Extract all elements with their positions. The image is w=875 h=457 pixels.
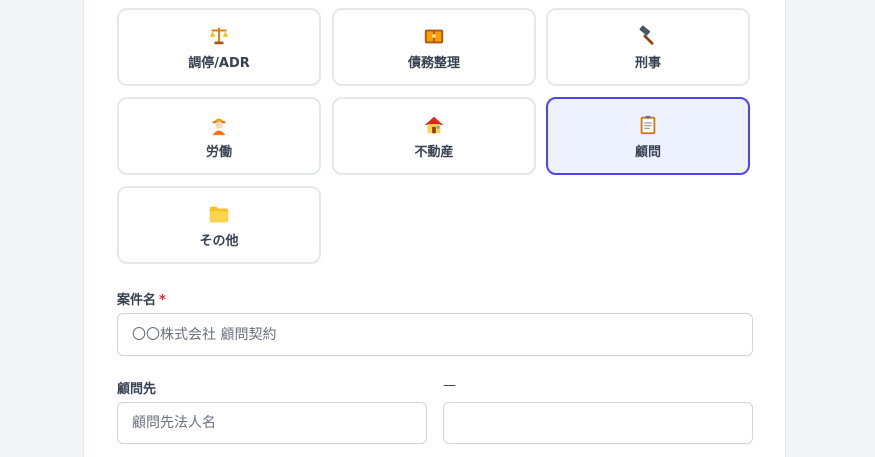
category-card-other[interactable]: その他 xyxy=(117,186,321,264)
money-bag-icon xyxy=(422,24,446,48)
category-label: 不動産 xyxy=(414,144,454,160)
client-label: 顧問先 xyxy=(117,382,157,397)
category-card-real-estate[interactable]: 不動産 xyxy=(332,97,536,175)
category-label: 刑事 xyxy=(634,55,661,71)
clipboard-icon xyxy=(636,113,660,137)
category-label: 調停/ADR xyxy=(188,55,250,71)
category-card-debt[interactable]: 債務整理 xyxy=(332,8,536,86)
hammer-icon xyxy=(636,24,660,48)
category-card-advisory[interactable]: 顧問 xyxy=(546,97,750,175)
case-name-label-text: 案件名 xyxy=(117,293,157,308)
client-input[interactable] xyxy=(117,402,427,444)
second-field-label: — xyxy=(443,378,456,393)
required-mark: * xyxy=(159,293,166,308)
category-card-labor[interactable]: 労働 xyxy=(117,97,321,175)
house-icon xyxy=(422,113,446,137)
case-name-label: 案件名 * xyxy=(117,289,166,308)
form-panel: 調停/ADR 債務整理 刑事 労働 不動産 顧問 その他 案件名 * 〇〇株式会… xyxy=(83,0,786,457)
category-label: 労働 xyxy=(205,144,232,160)
category-card-mediation[interactable]: 調停/ADR xyxy=(117,8,321,86)
category-card-criminal[interactable]: 刑事 xyxy=(546,8,750,86)
folder-icon xyxy=(207,202,231,226)
case-name-input[interactable] xyxy=(117,313,753,356)
worker-icon xyxy=(207,113,231,137)
category-label: 顧問 xyxy=(634,144,661,160)
second-field-input[interactable] xyxy=(443,402,753,444)
category-label: その他 xyxy=(199,233,239,249)
scales-icon xyxy=(207,24,231,48)
category-label: 債務整理 xyxy=(407,55,460,71)
